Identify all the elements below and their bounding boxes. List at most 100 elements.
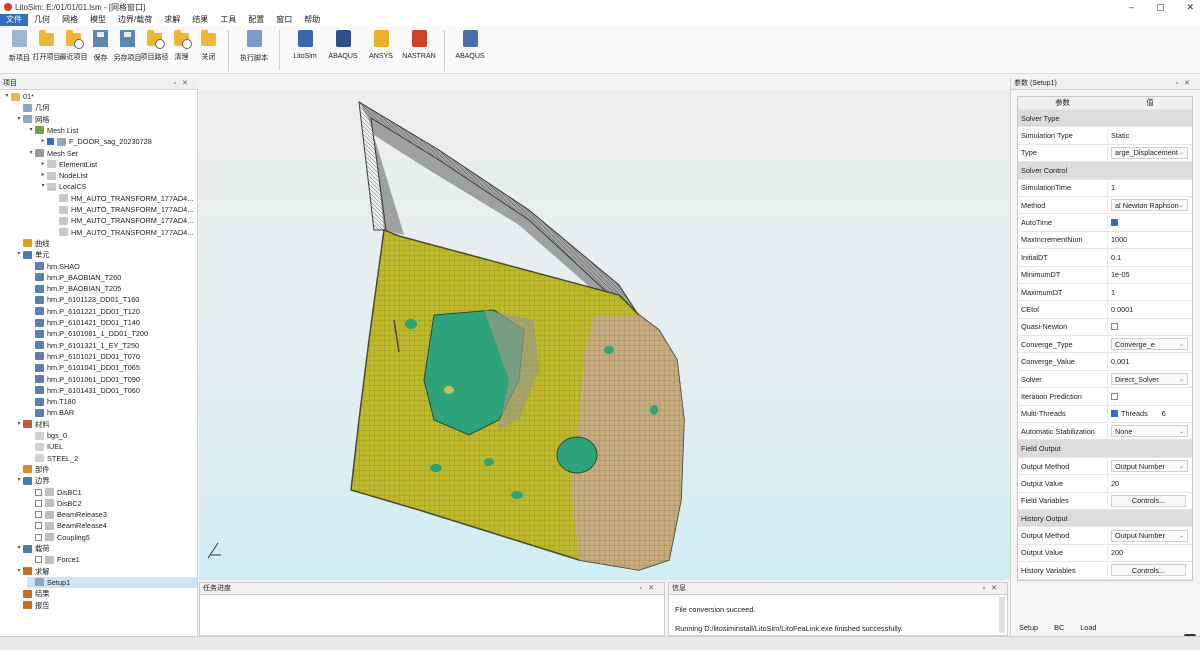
tree-expander-icon[interactable]: ▾: [15, 543, 23, 554]
param-row[interactable]: MinimumDT 1e-05: [1018, 266, 1192, 284]
param-value-cell[interactable]: Threads 6: [1107, 405, 1192, 423]
tree-item[interactable]: BeamRelease3: [27, 509, 197, 520]
float-icon[interactable]: ▫: [983, 585, 991, 592]
tree-expander-icon[interactable]: ▸: [39, 170, 47, 181]
tree-checkbox[interactable]: [35, 556, 42, 564]
tree-checkbox[interactable]: [35, 533, 42, 541]
tree-item[interactable]: HM_AUTO_TRANSFORM_177AD4...: [51, 227, 197, 238]
tree-item[interactable]: hm.P_6101021_DD01_T070: [27, 351, 197, 362]
panel-close-icon[interactable]: ✕: [648, 585, 660, 592]
tree-checkbox[interactable]: [35, 522, 42, 530]
menu-item-10[interactable]: 帮助: [298, 14, 326, 26]
tree-item[interactable]: Setup1: [27, 576, 197, 588]
menu-item-4[interactable]: 边界/载荷: [112, 14, 158, 26]
ribbon-button-group1-2[interactable]: 最近项目: [60, 26, 88, 62]
mesh-viewport[interactable]: [199, 90, 1010, 580]
tree-expander-icon[interactable]: ▾: [27, 148, 35, 159]
param-value-input[interactable]: 0.0001: [1111, 305, 1133, 314]
tree-item[interactable]: hm.P_6101431_DD01_T060: [27, 385, 197, 396]
tree-item[interactable]: ▸ F_DOOR_sag_20230728: [39, 136, 197, 147]
menu-item-7[interactable]: 工具: [214, 14, 242, 26]
tree-checkbox[interactable]: [47, 138, 54, 146]
param-row[interactable]: MaximumDT 1: [1018, 283, 1192, 302]
menu-item-5[interactable]: 求解: [158, 14, 186, 26]
params-tab-load[interactable]: Load: [1080, 623, 1096, 632]
controls-button[interactable]: Controls...: [1111, 564, 1186, 577]
param-row[interactable]: InitialDT 0.1: [1018, 249, 1192, 267]
tree-item[interactable]: BeamRelease4: [27, 520, 197, 531]
param-value-input[interactable]: 1: [1111, 288, 1115, 297]
ribbon-button-group3-3[interactable]: NASTRAN: [400, 26, 438, 60]
param-row[interactable]: Output Value 200: [1018, 544, 1192, 563]
tree-item[interactable]: hm.BAR: [27, 407, 197, 418]
tree-item[interactable]: ▾ 边界: [15, 475, 197, 486]
param-row[interactable]: Output Method Output Number ⌄: [1018, 527, 1192, 545]
param-row[interactable]: Iteration Prediction: [1018, 388, 1192, 406]
message-scrollbar[interactable]: [999, 597, 1005, 633]
tree-item[interactable]: STEEL_2: [27, 453, 197, 464]
tree-item[interactable]: IUEL: [27, 441, 197, 452]
menu-item-9[interactable]: 窗口: [270, 14, 298, 26]
param-value-input[interactable]: 1e-05: [1111, 270, 1130, 279]
ribbon-button-group2-0[interactable]: 执行脚本: [235, 26, 273, 63]
tree-checkbox[interactable]: [35, 499, 42, 507]
params-tab-bc[interactable]: BC: [1054, 623, 1064, 632]
menu-item-6[interactable]: 结果: [186, 14, 214, 26]
tree-expander-icon[interactable]: ▾: [15, 419, 23, 430]
param-checkbox[interactable]: [1111, 219, 1118, 227]
tree-expander-icon[interactable]: ▾: [15, 475, 23, 486]
param-row[interactable]: AutoTime: [1018, 214, 1192, 232]
tree-item[interactable]: hm.T180: [27, 396, 197, 407]
tree-expander-icon[interactable]: ▸: [39, 136, 47, 147]
ribbon-button-group1-3[interactable]: 保存: [87, 26, 114, 63]
param-value-cell[interactable]: 0.001: [1107, 353, 1192, 370]
param-value-input[interactable]: 0.001: [1111, 357, 1129, 366]
param-value-cell[interactable]: Output Number ⌄: [1107, 527, 1192, 544]
param-row[interactable]: Quasi-Newton: [1018, 318, 1192, 337]
params-tab-setup[interactable]: Setup: [1019, 623, 1038, 632]
param-value-cell[interactable]: 1: [1107, 179, 1192, 196]
param-value-cell[interactable]: [1107, 318, 1192, 336]
ribbon-button-group1-0[interactable]: 新项目: [6, 26, 33, 63]
menu-item-3[interactable]: 模型: [84, 14, 112, 26]
tree-item[interactable]: DisBC1: [27, 487, 197, 498]
tree-item[interactable]: bgs_0: [27, 430, 197, 441]
param-value-input[interactable]: 1000: [1111, 235, 1127, 244]
tree-item[interactable]: hm.P_6101321_1_EY_T250: [27, 340, 197, 351]
ribbon-button-group1-4[interactable]: 另存项目: [114, 26, 142, 63]
param-checkbox[interactable]: [1111, 392, 1118, 400]
tree-item[interactable]: ▾ 载荷: [15, 543, 197, 554]
tree-item[interactable]: ▾ 单元: [15, 249, 197, 260]
ribbon-button-group1-7[interactable]: 关闭: [195, 26, 222, 62]
param-row[interactable]: History Variables Controls...: [1018, 562, 1192, 580]
param-value-cell[interactable]: Static: [1107, 127, 1192, 144]
tree-item[interactable]: hm.P_6101061_DD01_T090: [27, 374, 197, 385]
param-combo[interactable]: arge_Displacement ⌄: [1111, 146, 1188, 159]
tree-item[interactable]: ▾ 材料: [15, 419, 197, 430]
tree-item[interactable]: hm.P_BAOBIAN_T205: [27, 283, 197, 294]
tree-item[interactable]: hm.P_6101421_DD01_T140: [27, 317, 197, 328]
ribbon-button-group4-0[interactable]: ABAQUS: [451, 26, 489, 60]
tree-item[interactable]: HM_AUTO_TRANSFORM_177AD4...: [51, 204, 197, 215]
param-row[interactable]: Simulation Type Static: [1018, 127, 1192, 145]
param-value-cell[interactable]: 200: [1107, 544, 1192, 562]
tree-item[interactable]: hm.SHAO: [27, 261, 197, 272]
menu-item-8[interactable]: 配置: [242, 14, 270, 26]
tree-item[interactable]: 结果: [15, 588, 197, 599]
tree-item[interactable]: ▾ 网格: [15, 114, 197, 125]
tree-item[interactable]: DisBC2: [27, 498, 197, 509]
param-value-cell[interactable]: 0.0001: [1107, 301, 1192, 318]
tree-item[interactable]: ▾ Mesh List: [27, 125, 197, 136]
float-icon[interactable]: ▫: [640, 585, 648, 592]
tree-expander-icon[interactable]: ▾: [15, 566, 23, 577]
float-icon[interactable]: ▫: [174, 80, 182, 87]
param-value-input[interactable]: Static: [1111, 131, 1129, 140]
param-value-cell[interactable]: 1e-05: [1107, 266, 1192, 283]
param-value-cell[interactable]: None ⌄: [1107, 423, 1192, 440]
tree-item[interactable]: hm.P_6101221_DD01_T120: [27, 306, 197, 317]
param-checkbox[interactable]: [1111, 323, 1118, 331]
param-value-cell[interactable]: 1000: [1107, 231, 1192, 249]
param-combo[interactable]: Output Number ⌄: [1111, 529, 1188, 542]
tree-item[interactable]: Force1: [27, 554, 197, 565]
tree-item[interactable]: ▾ LocalCS: [39, 181, 197, 192]
